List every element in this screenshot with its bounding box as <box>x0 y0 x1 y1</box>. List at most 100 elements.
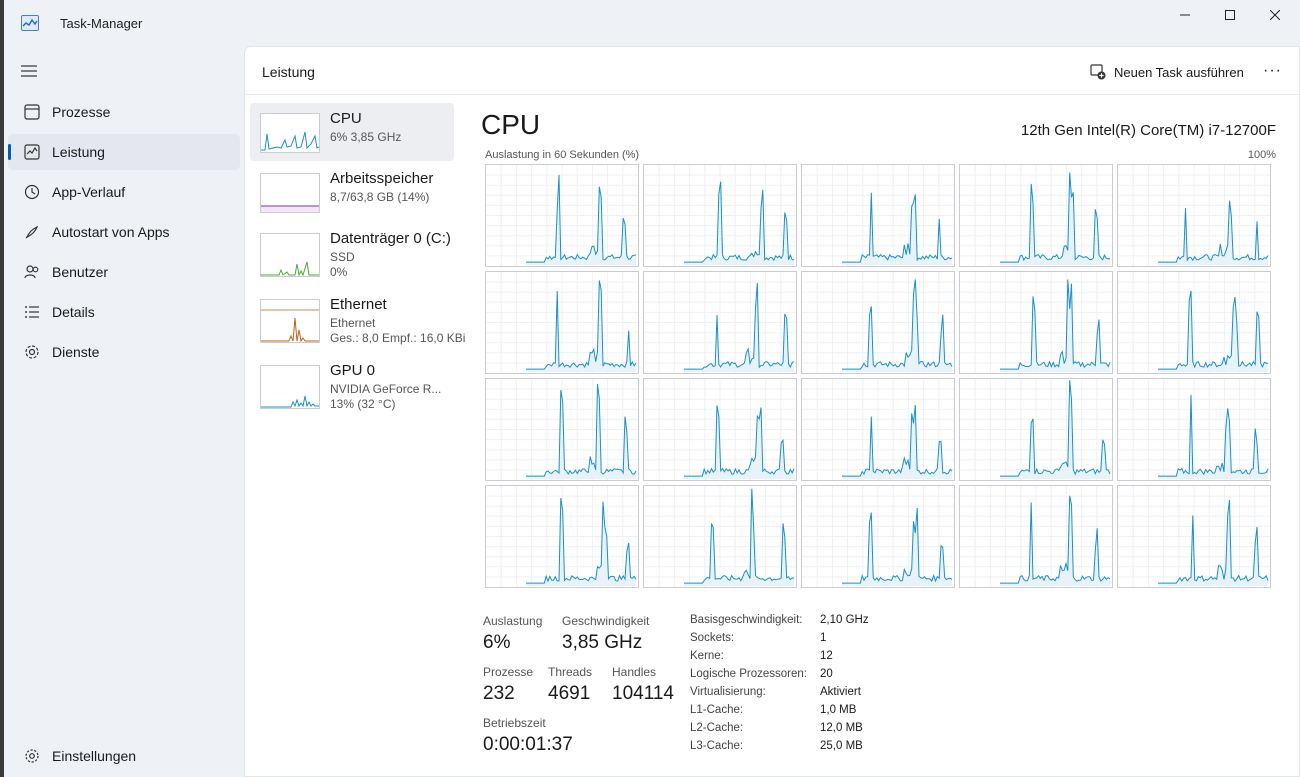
stat-value: 6% <box>483 632 511 653</box>
logical-processor-graph <box>801 485 955 588</box>
info-row: Virtualisierung: Aktiviert <box>690 686 890 704</box>
history-icon <box>24 184 40 200</box>
info-key: Kerne: <box>690 650 724 662</box>
resource-gpu[interactable]: GPU 0 NVIDIA GeForce R... 13% (32 °C) <box>250 355 454 413</box>
nav-item-processes[interactable]: Prozesse <box>8 94 240 130</box>
info-key: Virtualisierung: <box>690 686 766 698</box>
nav-label-performance: Leistung <box>52 144 105 160</box>
resource-name: CPU <box>330 110 362 127</box>
resource-detail: SSD <box>330 250 355 264</box>
logical-processor-graph <box>643 378 797 481</box>
logical-processor-graphs <box>485 164 1273 592</box>
performance-resource-list: CPU 6% 3,85 GHz Arbeitsspeicher 8,7/63,8… <box>250 103 465 763</box>
stat-value: 0:00:01:37 <box>483 734 573 755</box>
cpu-model-name: 12th Gen Intel(R) Core(TM) i7-12700F <box>1020 122 1276 139</box>
nav-item-users[interactable]: Benutzer <box>8 254 240 290</box>
services-icon <box>25 345 39 359</box>
minimize-button[interactable] <box>1162 0 1208 30</box>
info-value: Aktiviert <box>820 686 861 698</box>
logical-processor-graph <box>1117 271 1271 374</box>
close-icon <box>1270 10 1280 20</box>
processes-icon <box>24 104 40 120</box>
logical-processor-graph <box>801 164 955 267</box>
logical-processor-graph <box>1117 164 1271 267</box>
stat-value: 104114 <box>612 683 674 704</box>
resource-memory[interactable]: Arbeitsspeicher 8,7/63,8 GB (14%) <box>250 163 454 221</box>
minimize-icon <box>1180 14 1190 16</box>
nav-item-details[interactable]: Details <box>8 294 240 330</box>
resource-detail: 8,7/63,8 GB (14%) <box>330 190 430 204</box>
info-row: Basisgeschwindigkeit: 2,10 GHz <box>690 614 890 632</box>
resource-detail: Ethernet <box>330 316 376 330</box>
info-key: L3-Cache: <box>690 740 744 752</box>
logical-processor-graph <box>801 271 955 374</box>
cpu-heading: CPU <box>481 109 541 140</box>
stat-label: Geschwindigkeit <box>562 614 650 628</box>
disk-thumbnail-graph <box>260 233 320 277</box>
resource-cpu[interactable]: CPU 6% 3,85 GHz <box>250 103 454 161</box>
navigation-pane: Prozesse Leistung App-Verlauf Autostart … <box>4 52 244 777</box>
nav-label-app-history: App-Verlauf <box>52 184 126 200</box>
nav-item-services[interactable]: Dienste <box>8 334 240 370</box>
nav-label-processes: Prozesse <box>52 104 111 120</box>
nav-item-startup-apps[interactable]: Autostart von Apps <box>8 214 240 250</box>
cpu-info-table: Basisgeschwindigkeit: 2,10 GHz Sockets: 1 … <box>690 614 890 758</box>
run-new-task-button[interactable]: Neuen Task ausführen <box>1090 62 1244 82</box>
nav-item-settings[interactable]: Einstellungen <box>8 738 240 774</box>
nav-label-details: Details <box>52 304 95 320</box>
logical-processor-graph <box>1117 485 1271 588</box>
active-indicator <box>8 144 11 160</box>
hamburger-menu-icon[interactable] <box>20 64 38 78</box>
logical-processor-graph <box>485 378 639 481</box>
resource-disk[interactable]: Datenträger 0 (C:) SSD 0% <box>250 223 454 281</box>
graph-max-label: 100% <box>1247 149 1276 161</box>
stat-speed: Geschwindigkeit 3,85 GHz <box>562 614 649 654</box>
run-new-task-label: Neuen Task ausführen <box>1114 64 1244 80</box>
info-key: Logische Prozessoren: <box>690 668 807 680</box>
nav-item-performance[interactable]: Leistung <box>8 134 240 170</box>
logical-processor-graph <box>1117 378 1271 481</box>
info-value: 12 <box>820 650 833 662</box>
resource-detail: 13% (32 °C) <box>330 397 396 411</box>
info-value: 20 <box>820 668 833 680</box>
info-value: 2,10 GHz <box>820 614 869 626</box>
more-options-button[interactable]: ··· <box>1263 62 1282 80</box>
info-row: L1-Cache: 1,0 MB <box>690 704 890 722</box>
maximize-icon <box>1225 10 1235 20</box>
info-row: Sockets: 1 <box>690 632 890 650</box>
stat-value: 232 <box>483 683 515 704</box>
page-header: Leistung Neuen Task ausführen ··· <box>245 47 1300 95</box>
window-title: Task-Manager <box>60 16 143 31</box>
logical-processor-graph <box>485 271 639 374</box>
gpu-thumbnail-graph <box>260 365 320 409</box>
resource-detail: 0% <box>330 265 348 279</box>
info-key: Basisgeschwindigkeit: <box>690 614 803 626</box>
logical-processor-graph <box>643 485 797 588</box>
stat-handles: Handles 104114 <box>612 665 674 705</box>
stat-label: Betriebszeit <box>483 716 546 730</box>
nav-item-app-history[interactable]: App-Verlauf <box>8 174 240 210</box>
resource-name: Ethernet <box>330 296 387 313</box>
resource-detail: Ges.: 8,0 Empf.: 16,0 KBi <box>330 331 466 345</box>
ethernet-thumbnail-graph <box>260 299 320 343</box>
info-row: Kerne: 12 <box>690 650 890 668</box>
maximize-button[interactable] <box>1207 0 1253 30</box>
stat-uptime: Betriebszeit 0:00:01:37 <box>483 716 573 756</box>
info-row: Logische Prozessoren: 20 <box>690 668 890 686</box>
logical-processor-graph <box>959 378 1113 481</box>
resource-name: Arbeitsspeicher <box>330 170 434 187</box>
settings-label: Einstellungen <box>52 748 137 764</box>
memory-thumbnail-graph <box>260 173 320 213</box>
info-value: 12,0 MB <box>820 722 863 734</box>
gear-icon <box>25 749 39 763</box>
resource-detail: NVIDIA GeForce R... <box>330 382 442 396</box>
info-value: 1 <box>820 632 827 644</box>
resource-ethernet[interactable]: Ethernet Ethernet Ges.: 8,0 Empf.: 16,0 … <box>250 289 465 347</box>
logical-processor-graph <box>801 378 955 481</box>
performance-page: Leistung Neuen Task ausführen ··· CPU 6%… <box>244 46 1300 777</box>
stat-label: Auslastung <box>483 614 543 628</box>
close-button[interactable] <box>1252 0 1298 30</box>
graph-caption: Auslastung in 60 Sekunden (%) <box>485 149 640 161</box>
page-title: Leistung <box>262 64 315 80</box>
logical-processor-graph <box>643 164 797 267</box>
